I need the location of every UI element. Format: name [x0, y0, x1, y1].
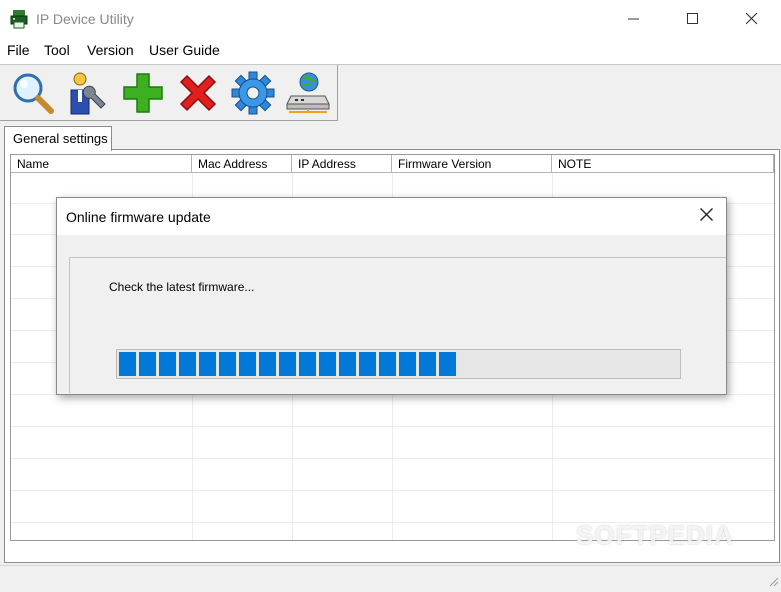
column-header-firmware-version[interactable]: Firmware Version	[392, 155, 552, 173]
column-header-note[interactable]: NOTE	[552, 155, 774, 173]
toolbar	[0, 65, 338, 121]
menu-tool[interactable]: Tool	[44, 42, 70, 58]
maximize-icon	[687, 13, 699, 25]
progress-bar	[116, 349, 681, 379]
dialog-title: Online firmware update	[66, 209, 211, 225]
menu-version[interactable]: Version	[87, 42, 134, 58]
update-status-text: Check the latest firmware...	[109, 280, 255, 294]
table-row[interactable]	[11, 460, 774, 491]
tab-label: General settings	[13, 131, 108, 146]
blue-gear-icon	[230, 70, 276, 116]
minimize-icon	[628, 13, 640, 25]
column-header-mac-address[interactable]: Mac Address	[192, 155, 292, 173]
red-x-icon	[175, 70, 221, 116]
table-row[interactable]	[11, 428, 774, 459]
network-device-icon	[285, 70, 331, 116]
close-icon	[699, 208, 713, 224]
column-header-name[interactable]: Name	[11, 155, 192, 173]
column-header-ip-address[interactable]: IP Address	[292, 155, 392, 173]
menu-user-guide[interactable]: User Guide	[149, 42, 220, 58]
toolbar-area	[0, 64, 781, 123]
green-plus-icon	[120, 70, 166, 116]
menu-bar: File Tool Version User Guide	[0, 38, 781, 64]
settings-user-button[interactable]	[64, 69, 112, 117]
resize-grip-icon[interactable]	[767, 575, 779, 590]
watermark: SOFTPEDIA	[576, 520, 734, 550]
close-button[interactable]	[729, 0, 775, 38]
close-icon	[746, 13, 758, 25]
delete-button[interactable]	[174, 69, 222, 117]
table-row[interactable]	[11, 492, 774, 523]
search-button[interactable]	[9, 69, 57, 117]
firmware-update-dialog: Online firmware update Check the latest …	[56, 197, 727, 395]
status-bar	[0, 565, 781, 592]
network-device-button[interactable]	[284, 69, 332, 117]
table-row[interactable]	[11, 396, 774, 427]
magnifier-icon	[10, 70, 56, 116]
title-bar: IP Device Utility	[0, 0, 781, 38]
minimize-button[interactable]	[611, 0, 657, 38]
config-button[interactable]	[229, 69, 277, 117]
maximize-button[interactable]	[670, 0, 716, 38]
dialog-close-button[interactable]	[692, 203, 720, 229]
printer-app-icon	[10, 9, 28, 29]
window-title: IP Device Utility	[36, 11, 134, 27]
update-panel: Check the latest firmware...	[69, 257, 726, 393]
progress-fill	[119, 352, 456, 376]
tab-general-settings[interactable]: General settings	[4, 126, 112, 151]
add-button[interactable]	[119, 69, 167, 117]
user-wrench-icon	[65, 70, 111, 116]
dialog-title-bar: Online firmware update	[57, 198, 726, 235]
menu-file[interactable]: File	[7, 42, 30, 58]
